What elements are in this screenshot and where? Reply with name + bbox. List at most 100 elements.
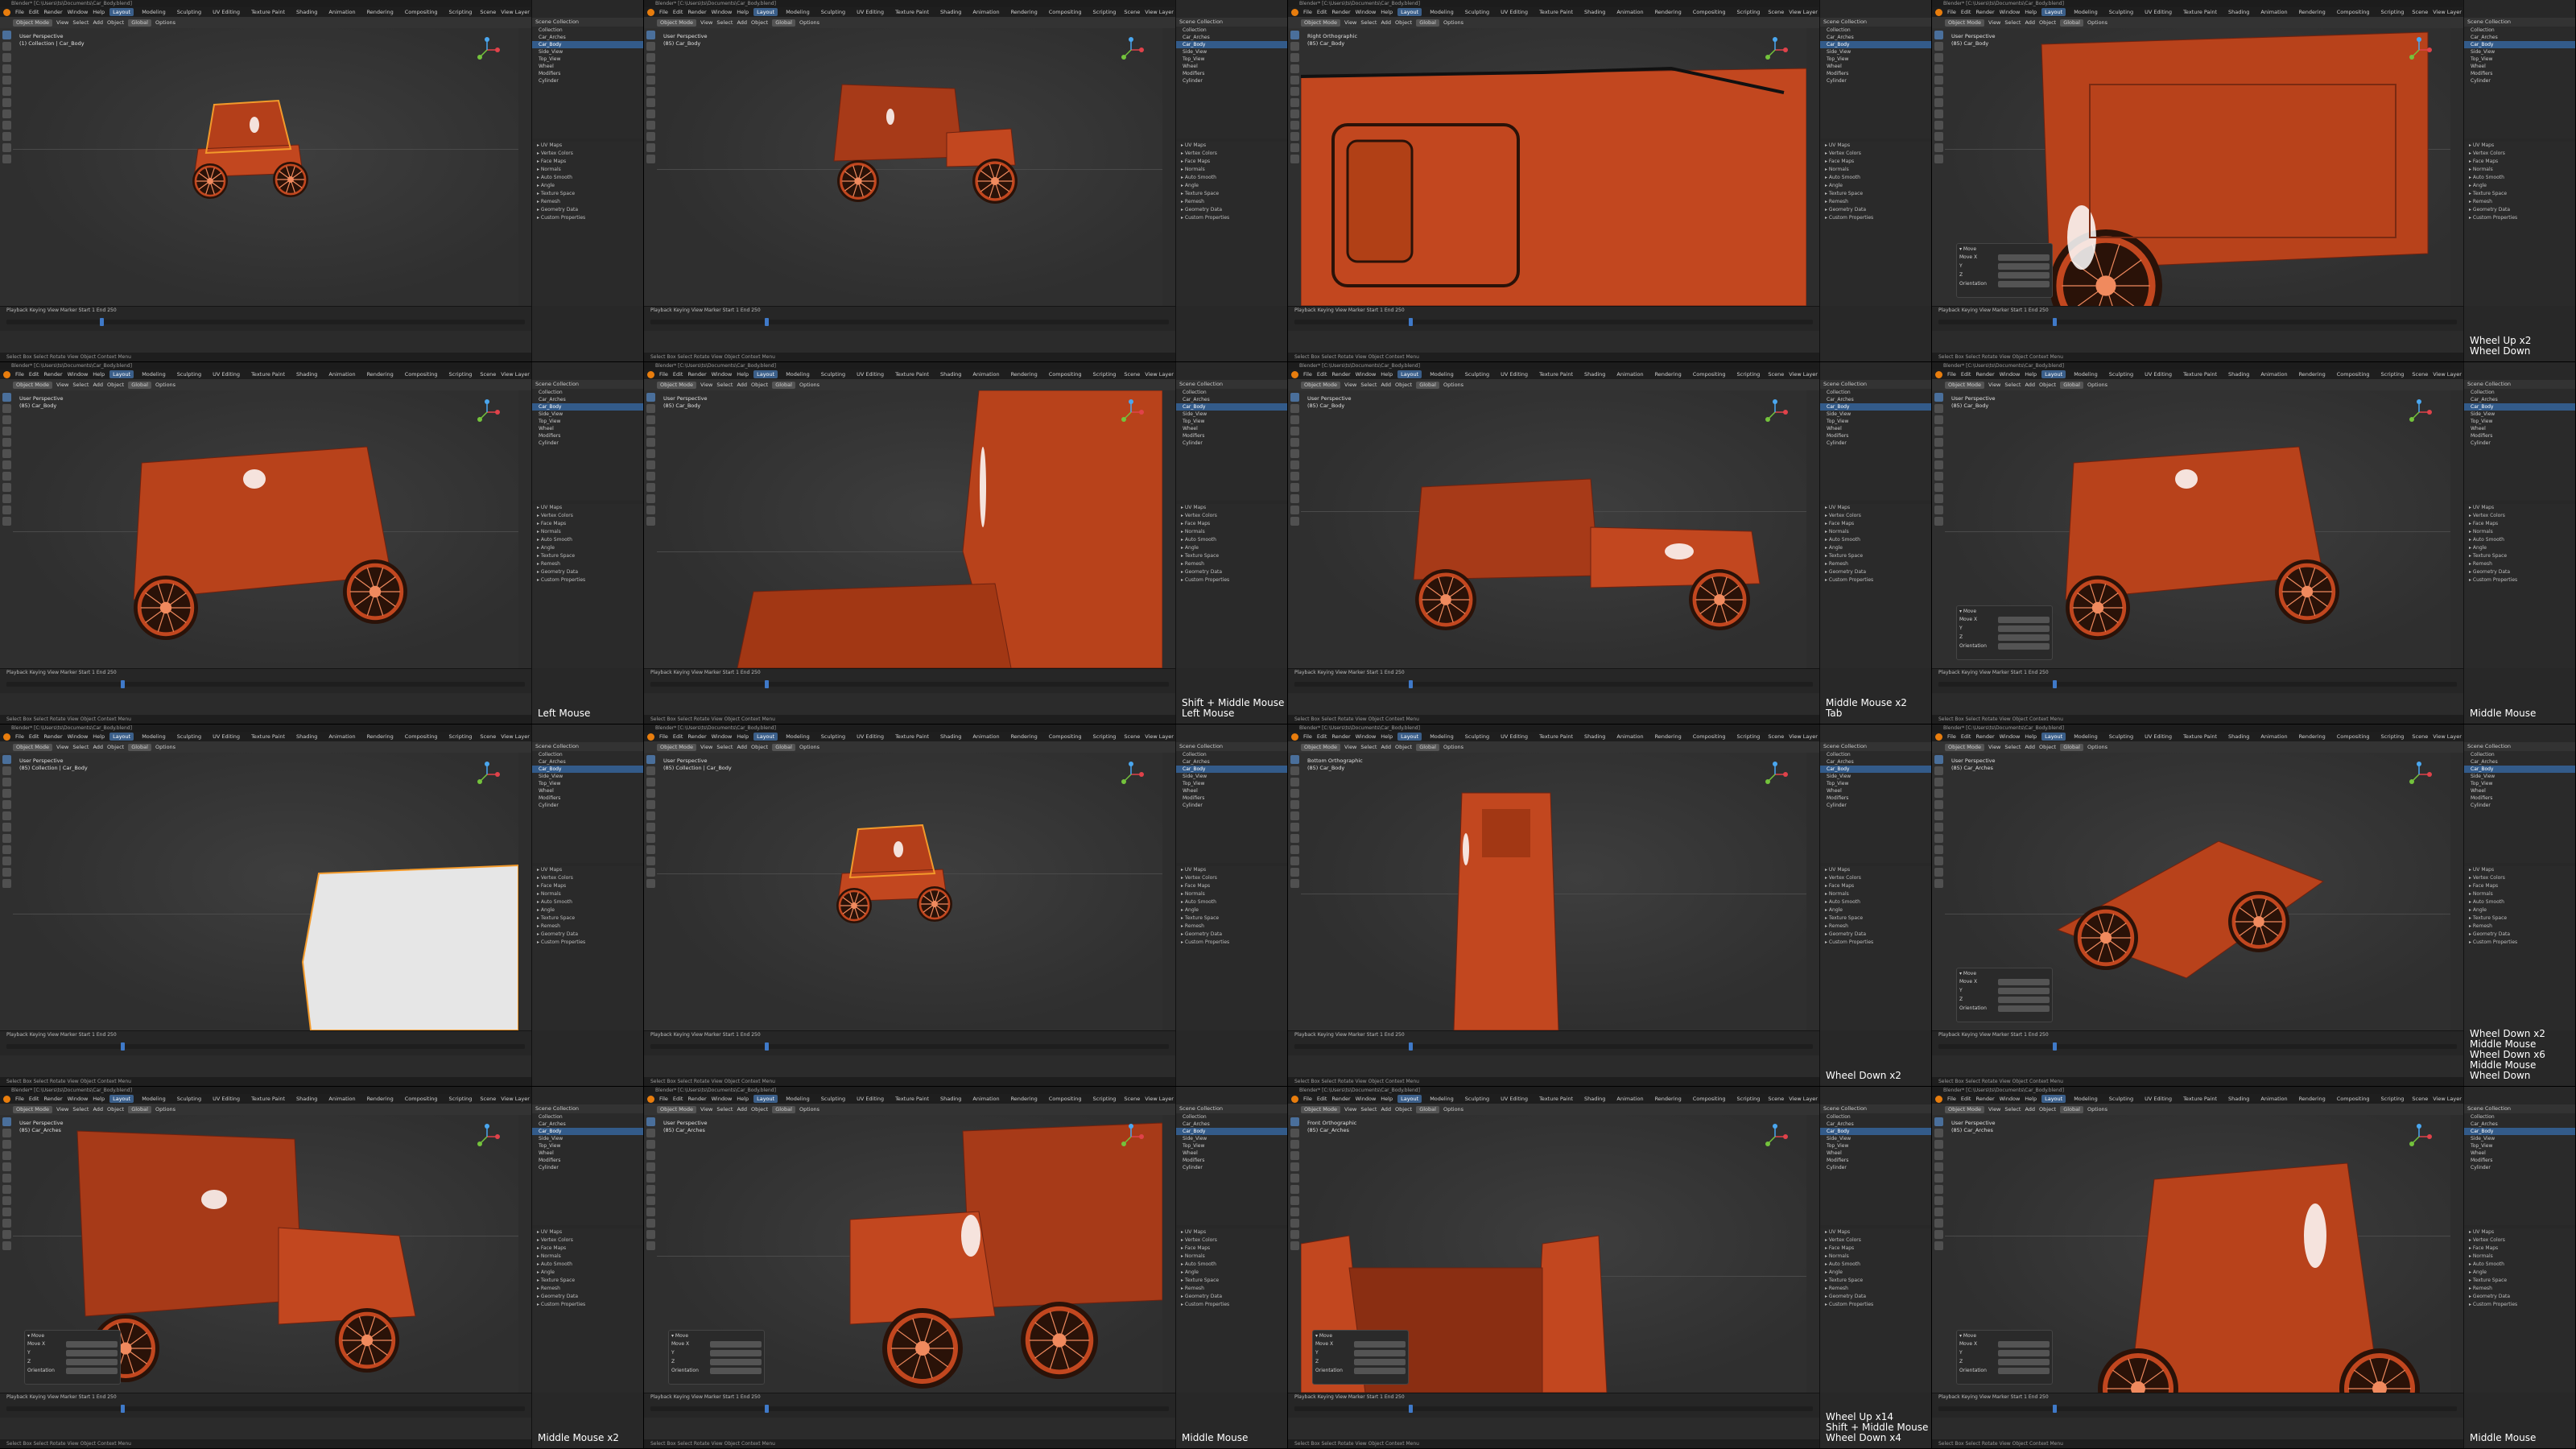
tab-compositing[interactable]: Compositing (1690, 1095, 1729, 1103)
car-model[interactable] (657, 753, 1162, 1030)
tool-icon[interactable] (2, 449, 11, 458)
outliner-item[interactable]: Wheel (1176, 787, 1287, 795)
tool-icon[interactable] (1290, 1151, 1299, 1160)
header-object-mode[interactable]: Object Mode (13, 19, 52, 27)
redo-row[interactable]: Orientation (27, 1368, 118, 1374)
header-add[interactable]: Add (2025, 1106, 2035, 1113)
outliner-item[interactable]: Car_Body (1176, 41, 1287, 48)
tab-layout[interactable]: Layout (1397, 370, 1422, 378)
tool-icon[interactable] (1290, 155, 1299, 163)
tool-icon[interactable] (2, 64, 11, 73)
navigation-gizmo[interactable] (1117, 761, 1145, 788)
outliner-item[interactable]: Car_Body (2464, 766, 2575, 773)
tab-scripting[interactable]: Scripting (1734, 370, 1764, 378)
property-row[interactable]: ▸ Custom Properties (1176, 939, 1287, 947)
property-row[interactable]: ▸ Vertex Colors (1176, 1236, 1287, 1245)
property-row[interactable]: ▸ Vertex Colors (1820, 874, 1931, 882)
property-row[interactable]: ▸ Normals (1820, 166, 1931, 174)
3d-viewport[interactable]: Right Orthographic (85) Car_Body (1301, 28, 1806, 306)
property-row[interactable]: ▸ Texture Space (2464, 1277, 2575, 1285)
redo-last-panel[interactable]: ▾ Move Move X Y Z Orientation (1956, 605, 2053, 660)
menu-edit[interactable]: Edit (29, 9, 39, 15)
viewport-nav-strip[interactable] (1806, 28, 1819, 306)
tool-icon[interactable] (1934, 1129, 1943, 1137)
tool-icon[interactable] (1290, 1185, 1299, 1194)
tab-scripting[interactable]: Scripting (1734, 733, 1764, 741)
tool-icon[interactable] (646, 427, 655, 436)
tool-icon[interactable] (2, 1230, 11, 1239)
tab-rendering[interactable]: Rendering (1008, 733, 1041, 741)
outliner-item[interactable]: Car_Arches (2464, 34, 2575, 41)
view-layer-selector[interactable]: View Layer (2433, 371, 2462, 378)
outliner-item[interactable]: Car_Body (2464, 403, 2575, 411)
property-row[interactable]: ▸ Face Maps (1176, 1245, 1287, 1253)
outliner-item[interactable]: Side_View (1176, 48, 1287, 56)
header-add[interactable]: Add (1381, 382, 1391, 388)
outliner-item[interactable]: Car_Arches (1176, 1121, 1287, 1128)
header-view[interactable]: View (700, 744, 712, 750)
outliner[interactable]: Scene Collection Collection Car_Arches Car… (1820, 742, 1931, 863)
property-row[interactable]: ▸ Custom Properties (1176, 214, 1287, 222)
tab-modeling[interactable]: Modeling (1426, 733, 1457, 741)
timeline-keying[interactable]: Keying (1962, 308, 1979, 313)
menu-window[interactable]: Window (68, 9, 89, 15)
tool-icon[interactable] (646, 1129, 655, 1137)
viewport-nav-strip[interactable] (1806, 753, 1819, 1030)
timeline-scrubber[interactable] (6, 318, 525, 326)
outliner-item[interactable]: Car_Arches (1176, 34, 1287, 41)
property-row[interactable]: ▸ Vertex Colors (532, 150, 643, 158)
header-add[interactable]: Add (737, 1106, 747, 1113)
tool-icon[interactable] (646, 755, 655, 764)
menu-edit[interactable]: Edit (673, 371, 683, 378)
redo-row-field[interactable] (1998, 281, 2050, 287)
tab-shading[interactable]: Shading (937, 1095, 964, 1103)
scene-selector[interactable]: Scene (1768, 371, 1784, 378)
outliner-item[interactable]: Cylinder (1176, 802, 1287, 809)
tab-animation[interactable]: Animation (1613, 370, 1646, 378)
header-select[interactable]: Select (72, 744, 89, 750)
blender-logo-icon[interactable] (1935, 370, 1942, 378)
timeline-playback[interactable]: Playback (6, 308, 30, 313)
tab-animation[interactable]: Animation (325, 370, 358, 378)
tool-icon[interactable] (1934, 1230, 1943, 1239)
properties-panel[interactable]: ▸ UV Maps ▸ Vertex Colors ▸ Face Maps ▸ Nor… (1820, 504, 1931, 668)
tab-compositing[interactable]: Compositing (2334, 1095, 2373, 1103)
timeline-keying[interactable]: Keying (1318, 308, 1335, 313)
menu-render[interactable]: Render (687, 733, 706, 740)
tab-uv-editing[interactable]: UV Editing (2141, 370, 2175, 378)
outliner-item[interactable]: Top_View (1820, 418, 1931, 425)
menu-render[interactable]: Render (1331, 1096, 1350, 1102)
menu-render[interactable]: Render (1331, 371, 1350, 378)
menu-render[interactable]: Render (43, 733, 62, 740)
tab-shading[interactable]: Shading (2225, 8, 2252, 16)
outliner-item[interactable]: Wheel (1820, 787, 1931, 795)
timeline-marker[interactable]: Marker (704, 1394, 723, 1400)
playhead[interactable] (2052, 1405, 2057, 1413)
view-layer-selector[interactable]: View Layer (501, 9, 530, 15)
timeline-scrubber[interactable] (1938, 1405, 2457, 1413)
timeline-playback[interactable]: Playback (1294, 670, 1318, 675)
properties-panel[interactable]: ▸ UV Maps ▸ Vertex Colors ▸ Face Maps ▸ Nor… (1820, 142, 1931, 306)
tab-modeling[interactable]: Modeling (138, 370, 169, 378)
redo-row[interactable]: Move X (1959, 1341, 2050, 1348)
tab-uv-editing[interactable]: UV Editing (853, 370, 887, 378)
outliner-item[interactable]: Collection (2464, 1113, 2575, 1121)
property-row[interactable]: ▸ Texture Space (1820, 914, 1931, 923)
property-row[interactable]: ▸ Vertex Colors (2464, 1236, 2575, 1245)
property-row[interactable]: ▸ Auto Smooth (1176, 174, 1287, 182)
blender-logo-icon[interactable] (1291, 8, 1298, 16)
outliner-item[interactable]: Collection (1176, 389, 1287, 396)
tool-icon[interactable] (646, 31, 655, 39)
menu-edit[interactable]: Edit (1961, 733, 1971, 740)
property-row[interactable]: ▸ Remesh (1176, 923, 1287, 931)
tool-icon[interactable] (1934, 449, 1943, 458)
header-object[interactable]: Object (2039, 19, 2056, 26)
tab-compositing[interactable]: Compositing (1690, 8, 1729, 16)
tool-icon[interactable] (646, 1140, 655, 1149)
tool-icon[interactable] (1934, 415, 1943, 424)
property-row[interactable]: ▸ Face Maps (1820, 882, 1931, 890)
outliner[interactable]: Scene Collection Collection Car_Arches Car… (1820, 18, 1931, 138)
outliner[interactable]: Scene Collection Collection Car_Arches Car… (532, 380, 643, 501)
tab-layout[interactable]: Layout (1397, 8, 1422, 16)
header-options[interactable]: Options (799, 744, 819, 750)
